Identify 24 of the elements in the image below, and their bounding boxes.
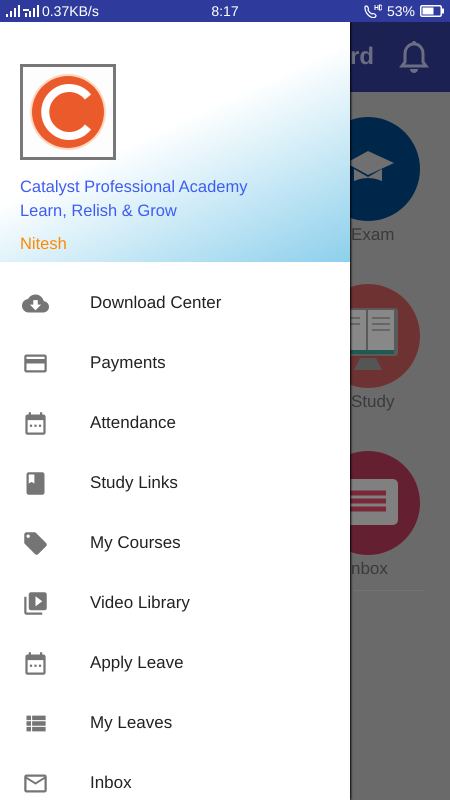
tagline: Learn, Relish & Grow xyxy=(20,201,178,222)
graduation-cap-icon[interactable] xyxy=(350,117,420,221)
menu-item[interactable]: Video Library xyxy=(0,573,350,633)
menu-item[interactable]: Attendance xyxy=(0,393,350,453)
menu-item[interactable]: My Courses xyxy=(0,513,350,573)
menu-item[interactable]: Study Links xyxy=(0,453,350,513)
network-speed: 0.37KB/s xyxy=(42,3,99,19)
notification-icon[interactable] xyxy=(399,41,429,73)
menu-item[interactable]: Payments xyxy=(0,333,350,393)
clock: 8:17 xyxy=(211,3,239,19)
menu-item[interactable]: Apply Leave xyxy=(0,633,350,693)
video-library-icon xyxy=(22,590,49,616)
screen-title: rd xyxy=(350,43,374,71)
menu-item[interactable]: Download Center xyxy=(0,273,350,333)
signal-icon xyxy=(6,5,20,17)
user-name: Nitesh xyxy=(20,235,68,254)
battery-percent: 53% xyxy=(386,3,415,19)
menu-item[interactable]: My Leaves xyxy=(0,693,350,753)
battery-icon xyxy=(420,5,444,17)
network-icon xyxy=(23,5,39,17)
menu-item[interactable]: Inbox xyxy=(0,753,350,800)
academy-name: Catalyst Professional Academy xyxy=(20,177,248,198)
tag-icon xyxy=(22,530,49,556)
hd-call-icon xyxy=(364,4,382,18)
